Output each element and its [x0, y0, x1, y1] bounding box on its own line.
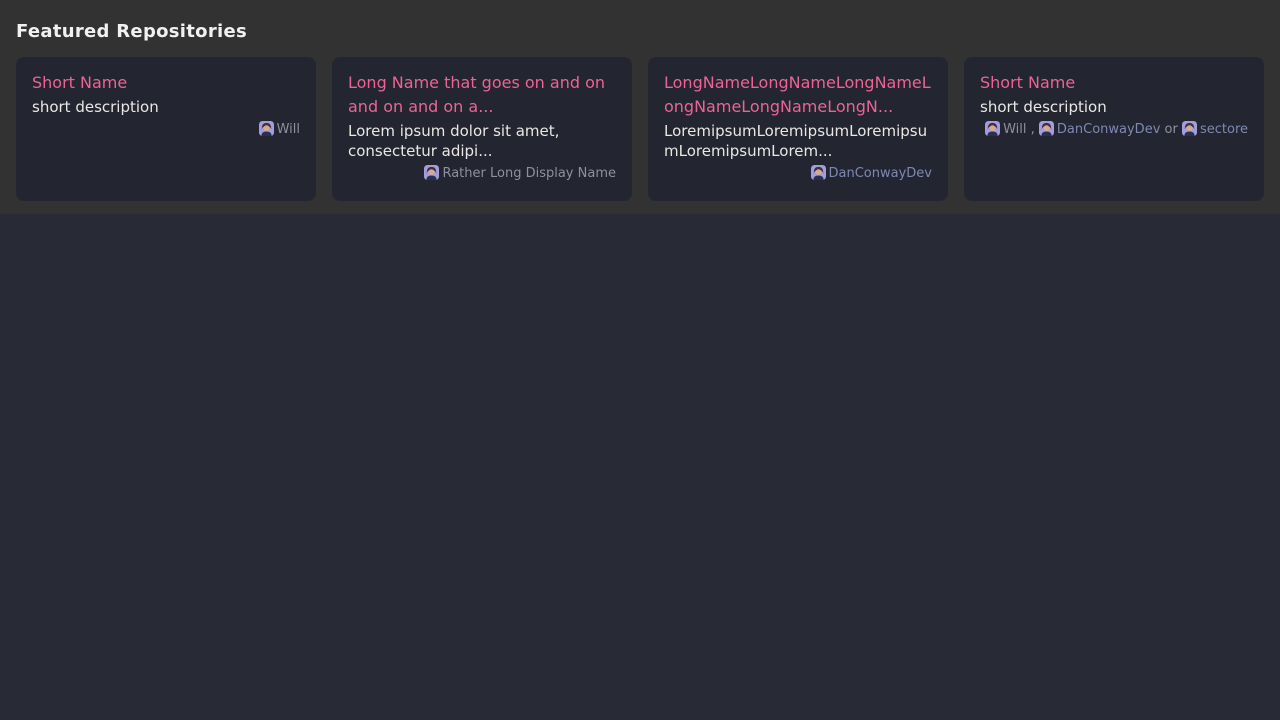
maintainer-link[interactable]: Rather Long Display Name	[424, 166, 616, 181]
maintainer-name: DanConwayDev	[829, 166, 932, 181]
maintainer-name: sectore	[1200, 122, 1248, 137]
repo-card[interactable]: Short Name short description Will	[16, 57, 316, 201]
maintainer-separator: or	[1160, 122, 1182, 137]
maintainer-link[interactable]: DanConwayDev	[811, 166, 932, 181]
maintainer-link[interactable]: Will	[259, 122, 300, 137]
repo-card[interactable]: LongNameLongNameLongNameLongNameLongName…	[648, 57, 948, 201]
maintainer-separator: ,	[1027, 122, 1039, 137]
person-avatar-icon	[1182, 121, 1197, 136]
repo-description: Lorem ipsum dolor sit amet, consectetur …	[348, 121, 616, 161]
page-title: Featured Repositories	[0, 0, 1280, 57]
maintainers-row: Will	[32, 121, 300, 138]
repo-card-grid: Short Name short description Will Long N…	[0, 57, 1280, 201]
repo-description: short description	[32, 97, 300, 117]
maintainer-name: Rather Long Display Name	[442, 166, 616, 181]
maintainers-row: Rather Long Display Name	[348, 165, 616, 182]
maintainer-link[interactable]: sectore	[1182, 122, 1248, 137]
person-avatar-icon	[811, 165, 826, 180]
maintainers-row: Will , DanConwayDev or sectore	[980, 121, 1248, 138]
repo-name-link[interactable]: LongNameLongNameLongNameLongNameLongName…	[664, 71, 932, 119]
repo-name-link[interactable]: Short Name	[980, 71, 1248, 95]
repo-card[interactable]: Long Name that goes on and on and on and…	[332, 57, 632, 201]
repo-card[interactable]: Short Name short description Will , DanC…	[964, 57, 1264, 201]
repo-description: short description	[980, 97, 1248, 117]
person-avatar-icon	[1039, 121, 1054, 136]
maintainer-link[interactable]: Will	[985, 122, 1026, 137]
repo-description: LoremipsumLoremipsumLoremipsumLoremipsum…	[664, 121, 932, 161]
person-avatar-icon	[424, 165, 439, 180]
featured-repos-section: Featured Repositories Short Name short d…	[0, 0, 1280, 214]
person-avatar-icon	[985, 121, 1000, 136]
maintainer-name: DanConwayDev	[1057, 122, 1160, 137]
person-avatar-icon	[259, 121, 274, 136]
repo-name-link[interactable]: Short Name	[32, 71, 300, 95]
maintainer-name: Will	[277, 122, 300, 137]
repo-name-link[interactable]: Long Name that goes on and on and on and…	[348, 71, 616, 119]
maintainers-row: DanConwayDev	[664, 165, 932, 182]
maintainer-link[interactable]: DanConwayDev	[1039, 122, 1160, 137]
maintainer-name: Will	[1003, 122, 1026, 137]
